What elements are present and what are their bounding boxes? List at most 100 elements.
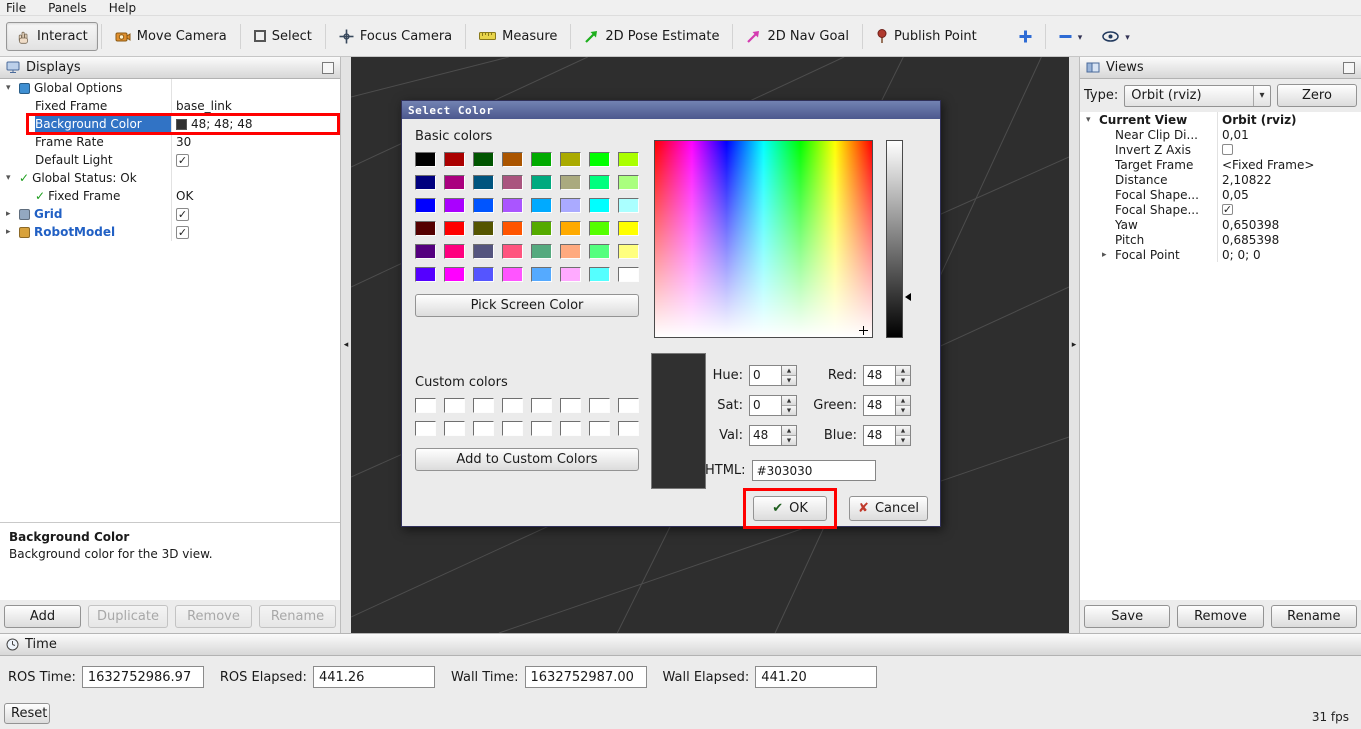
tree-row[interactable]: Target Frame <Fixed Frame>: [1080, 157, 1361, 172]
views-action-button[interactable]: Save: [1084, 605, 1170, 628]
menu-item[interactable]: Panels: [48, 1, 87, 15]
custom-color-swatch[interactable]: [415, 398, 436, 413]
custom-color-swatch[interactable]: [618, 398, 639, 413]
basic-color-swatch[interactable]: [531, 175, 552, 190]
basic-color-swatch[interactable]: [444, 175, 465, 190]
property-name-cell[interactable]: Target Frame: [1080, 157, 1217, 172]
checkbox[interactable]: [1222, 144, 1233, 155]
property-name-cell[interactable]: Focal Shape...: [1080, 187, 1217, 202]
basic-color-swatch[interactable]: [473, 152, 494, 167]
basic-color-swatch[interactable]: [531, 198, 552, 213]
menu-item[interactable]: Help: [109, 1, 136, 15]
basic-color-swatch[interactable]: [560, 198, 581, 213]
property-value-cell[interactable]: 30: [171, 133, 340, 151]
property-value-cell[interactable]: [171, 151, 340, 169]
basic-color-swatch[interactable]: [502, 221, 523, 236]
basic-color-swatch[interactable]: [531, 221, 552, 236]
checkbox[interactable]: [176, 208, 189, 221]
tree-row[interactable]: ✓ Fixed Frame OK: [0, 187, 340, 205]
displays-action-button[interactable]: Add: [4, 605, 81, 628]
spin-up-icon[interactable]: [896, 426, 910, 436]
basic-color-swatch[interactable]: [502, 175, 523, 190]
property-value-cell[interactable]: [171, 169, 340, 187]
tree-row[interactable]: Near Clip Di... 0,01: [1080, 127, 1361, 142]
basic-color-swatch[interactable]: [415, 267, 436, 282]
ok-button[interactable]: OK: [753, 496, 827, 521]
tree-row[interactable]: ▾ Current View Orbit (rviz): [1080, 112, 1361, 127]
custom-color-swatch[interactable]: [560, 398, 581, 413]
property-value-cell[interactable]: 0,05: [1217, 187, 1361, 202]
displays-action-button[interactable]: Duplicate: [88, 605, 168, 628]
tree-row[interactable]: Fixed Frame base_link: [0, 97, 340, 115]
basic-color-swatch[interactable]: [589, 221, 610, 236]
tool-interact-button[interactable]: Interact: [6, 22, 98, 51]
basic-color-swatch[interactable]: [618, 244, 639, 259]
basic-color-swatch[interactable]: [531, 267, 552, 282]
basic-color-swatch[interactable]: [589, 175, 610, 190]
custom-color-swatch[interactable]: [589, 398, 610, 413]
basic-color-swatch[interactable]: [560, 221, 581, 236]
basic-color-swatch[interactable]: [473, 175, 494, 190]
property-value-cell[interactable]: [171, 79, 340, 97]
property-name-cell[interactable]: Background Color: [0, 115, 171, 133]
tree-row[interactable]: Focal Shape...: [1080, 202, 1361, 217]
custom-color-swatch[interactable]: [589, 421, 610, 436]
spin-down-icon[interactable]: [782, 376, 796, 385]
tool-focus-camera-button[interactable]: Focus Camera: [329, 22, 462, 51]
basic-color-swatch[interactable]: [589, 198, 610, 213]
displays-panel-header[interactable]: Displays: [0, 57, 340, 79]
property-value-cell[interactable]: base_link: [171, 97, 340, 115]
spin-up-icon[interactable]: [896, 366, 910, 376]
3d-viewport[interactable]: Select Color Basic colors: [351, 57, 1069, 633]
tree-row[interactable]: Pitch 0,685398: [1080, 232, 1361, 247]
spin-up-icon[interactable]: [782, 396, 796, 406]
basic-color-swatch[interactable]: [502, 198, 523, 213]
spin-down-icon[interactable]: [896, 376, 910, 385]
dialog-titlebar[interactable]: Select Color: [402, 101, 940, 119]
tool-select-button[interactable]: Select: [244, 22, 322, 51]
checkbox[interactable]: [176, 154, 189, 167]
basic-color-swatch[interactable]: [444, 152, 465, 167]
cancel-button[interactable]: Cancel: [849, 496, 928, 521]
time-field-input[interactable]: 441.26: [313, 666, 435, 688]
time-field-input[interactable]: 1632752986.97: [82, 666, 204, 688]
property-name-cell[interactable]: Distance: [1080, 172, 1217, 187]
expand-arrow-icon[interactable]: ▸: [1102, 250, 1115, 260]
property-name-cell[interactable]: ▾ Global Options: [0, 79, 171, 97]
spinbox-value[interactable]: 0: [750, 366, 781, 385]
tree-row[interactable]: ▸ RobotModel: [0, 223, 340, 241]
zoom-in-button[interactable]: [1009, 23, 1042, 50]
basic-color-swatch[interactable]: [415, 175, 436, 190]
property-name-cell[interactable]: Frame Rate: [0, 133, 171, 151]
property-name-cell[interactable]: ✓ Fixed Frame: [0, 187, 171, 205]
views-action-button[interactable]: Remove: [1177, 605, 1263, 628]
basic-color-swatch[interactable]: [473, 221, 494, 236]
basic-color-swatch[interactable]: [560, 244, 581, 259]
basic-color-swatch[interactable]: [415, 244, 436, 259]
property-name-cell[interactable]: ▸ Grid: [0, 205, 171, 223]
property-name-cell[interactable]: ▾ ✓ Global Status: Ok: [0, 169, 171, 187]
basic-color-swatch[interactable]: [415, 152, 436, 167]
property-name-cell[interactable]: Near Clip Di...: [1080, 127, 1217, 142]
tree-row[interactable]: ▾ Global Options: [0, 79, 340, 97]
basic-color-swatch[interactable]: [502, 244, 523, 259]
spin-up-icon[interactable]: [782, 426, 796, 436]
basic-color-swatch[interactable]: [618, 221, 639, 236]
undock-button[interactable]: [1343, 62, 1355, 74]
basic-color-swatch[interactable]: [444, 244, 465, 259]
view-type-dropdown[interactable]: Orbit (rviz): [1124, 85, 1271, 107]
basic-color-swatch[interactable]: [618, 267, 639, 282]
displays-action-button[interactable]: Rename: [259, 605, 336, 628]
tool-measure-button[interactable]: Measure: [469, 22, 567, 51]
property-name-cell[interactable]: ▸ RobotModel: [0, 223, 171, 241]
custom-color-swatch[interactable]: [531, 398, 552, 413]
expand-arrow-icon[interactable]: ▸: [6, 227, 19, 237]
hue-saturation-picker[interactable]: [654, 140, 873, 338]
property-name-cell[interactable]: Fixed Frame: [0, 97, 171, 115]
property-value-cell[interactable]: 0,685398: [1217, 232, 1361, 247]
basic-color-swatch[interactable]: [618, 175, 639, 190]
custom-color-swatch[interactable]: [473, 398, 494, 413]
property-value-cell[interactable]: 0,650398: [1217, 217, 1361, 232]
spin-up-icon[interactable]: [896, 396, 910, 406]
spinbox-value[interactable]: 48: [864, 366, 895, 385]
